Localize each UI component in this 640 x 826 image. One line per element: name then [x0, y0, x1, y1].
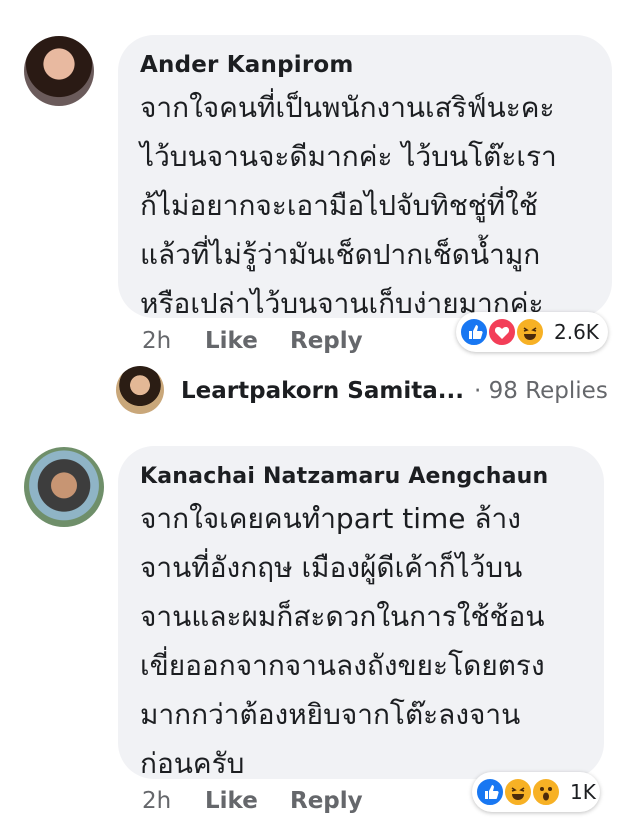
- reply-button[interactable]: Reply: [290, 788, 363, 814]
- reaction-summary[interactable]: 1K: [472, 772, 600, 812]
- like-button[interactable]: Like: [205, 788, 258, 814]
- reaction-count: 2.6K: [554, 320, 599, 344]
- comment-timestamp: 2h: [142, 788, 172, 814]
- haha-reaction-icon: [515, 317, 545, 347]
- like-reaction-icon: [459, 317, 489, 347]
- reply-author[interactable]: Leartpakorn Samita...: [181, 378, 464, 404]
- like-button[interactable]: Like: [205, 328, 258, 354]
- reply-avatar[interactable]: [116, 366, 164, 414]
- avatar[interactable]: [24, 36, 94, 106]
- comment-text: จากใจเคยคนทำpart time ล้าง จานที่อังกฤษ …: [140, 502, 545, 780]
- comment-author[interactable]: Kanachai Natzamaru Aengchaun: [140, 464, 548, 489]
- avatar[interactable]: [24, 447, 104, 527]
- like-reaction-icon: [475, 777, 505, 807]
- reaction-count: 1K: [570, 780, 596, 804]
- comment-text: จากใจคนที่เป็นพนักงานเสริฟ์นะคะ ไว้บนจาน…: [140, 91, 557, 320]
- view-replies-link[interactable]: · 98 Replies: [474, 378, 608, 404]
- wow-reaction-icon: [531, 777, 561, 807]
- haha-reaction-icon: [503, 777, 533, 807]
- love-reaction-icon: [487, 317, 517, 347]
- reply-button[interactable]: Reply: [290, 328, 363, 354]
- comment-timestamp: 2h: [142, 328, 172, 354]
- reaction-summary[interactable]: 2.6K: [456, 312, 608, 352]
- comment-author[interactable]: Ander Kanpirom: [140, 52, 354, 78]
